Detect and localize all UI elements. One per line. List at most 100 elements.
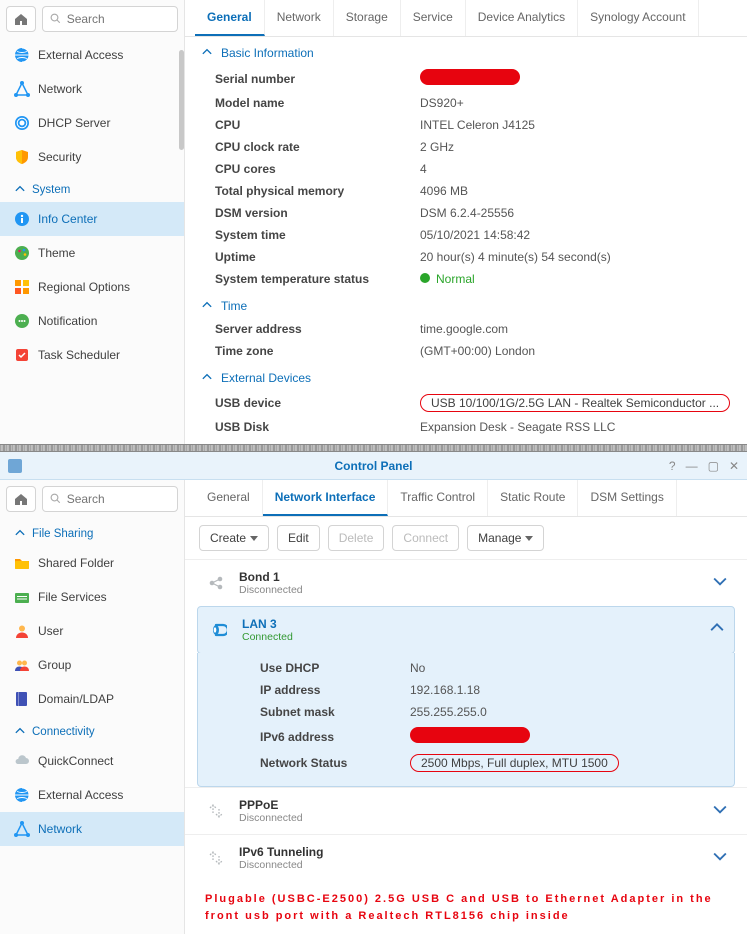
- manage-button[interactable]: Manage: [467, 525, 544, 551]
- row-value: [420, 69, 747, 88]
- toolbar: Create Edit Delete Connect Manage: [185, 517, 747, 559]
- minimize-button[interactable]: —: [686, 459, 698, 473]
- chevron-down-icon[interactable]: [713, 803, 727, 820]
- tab-synology-account[interactable]: Synology Account: [578, 0, 698, 36]
- interface-status: Disconnected: [239, 584, 303, 596]
- interface-status: Disconnected: [239, 859, 323, 871]
- search-box[interactable]: [42, 486, 178, 512]
- info-row: IP address192.168.1.18: [210, 679, 722, 701]
- sidebar-item-network[interactable]: Network: [0, 72, 184, 106]
- tab-dsm-settings[interactable]: DSM Settings: [578, 480, 676, 516]
- row-label: Model name: [185, 96, 420, 110]
- interface-item-ipv6[interactable]: IPv6 TunnelingDisconnected: [185, 834, 747, 881]
- info-row: USB DiskExpansion Desk - Seagate RSS LLC: [185, 416, 747, 438]
- row-label: Network Status: [210, 756, 410, 770]
- section-time[interactable]: Time: [185, 290, 747, 318]
- row-label: Server address: [185, 322, 420, 336]
- sidebar-item-shared-folder[interactable]: Shared Folder: [0, 546, 184, 580]
- section-external-devices[interactable]: External Devices: [185, 362, 747, 390]
- screenshot-divider: [0, 444, 747, 452]
- sidebar-item-label: Task Scheduler: [38, 348, 120, 362]
- tab-device-analytics[interactable]: Device Analytics: [466, 0, 578, 36]
- sidebar-item-info-center[interactable]: Info Center: [0, 202, 184, 236]
- chevron-up-icon[interactable]: [710, 622, 724, 639]
- tab-traffic-control[interactable]: Traffic Control: [388, 480, 488, 516]
- sidebar-item-group[interactable]: Group: [0, 648, 184, 682]
- arrows-icon: [205, 847, 227, 869]
- group-icon: [14, 657, 30, 673]
- maximize-button[interactable]: ▢: [708, 459, 719, 473]
- connect-button[interactable]: Connect: [392, 525, 459, 551]
- sidebar-item-domain-ldap[interactable]: Domain/LDAP: [0, 682, 184, 716]
- speech-icon: [14, 313, 30, 329]
- row-label: IP address: [210, 683, 410, 697]
- sidebar-item-dhcp[interactable]: DHCP Server: [0, 106, 184, 140]
- sidebar-item-task-scheduler[interactable]: Task Scheduler: [0, 338, 184, 372]
- close-button[interactable]: ✕: [729, 459, 739, 473]
- home-button[interactable]: [6, 486, 36, 512]
- sidebar-item-label: File Services: [38, 590, 107, 604]
- help-button[interactable]: ?: [669, 459, 676, 473]
- sidebar-item-file-services[interactable]: File Services: [0, 580, 184, 614]
- row-value: 255.255.255.0: [410, 705, 722, 719]
- sidebar-category-system[interactable]: System: [0, 174, 184, 202]
- info-row: Uptime20 hour(s) 4 minute(s) 54 second(s…: [185, 246, 747, 268]
- sidebar-item-network[interactable]: Network: [0, 812, 184, 846]
- sidebar-item-label: Notification: [38, 314, 97, 328]
- home-button[interactable]: [6, 6, 36, 32]
- row-value: INTEL Celeron J4125: [420, 118, 747, 132]
- sidebar-category-connectivity[interactable]: Connectivity: [0, 716, 184, 744]
- panel-control-panel: Control Panel ? — ▢ ✕ File Sharing: [0, 452, 747, 934]
- row-value: 4096 MB: [420, 184, 747, 198]
- row-value: 2500 Mbps, Full duplex, MTU 1500: [410, 754, 722, 772]
- search-icon: [49, 491, 63, 507]
- chevron-down-icon[interactable]: [713, 850, 727, 867]
- search-input[interactable]: [67, 12, 171, 26]
- tab-general[interactable]: General: [195, 0, 265, 36]
- highlighted-value: 2500 Mbps, Full duplex, MTU 1500: [410, 754, 619, 772]
- sidebar-scrollbar[interactable]: [179, 50, 184, 150]
- status-dot-icon: [420, 273, 430, 283]
- sidebar-category-file-sharing[interactable]: File Sharing: [0, 518, 184, 546]
- delete-button[interactable]: Delete: [328, 525, 385, 551]
- sidebar-item-user[interactable]: User: [0, 614, 184, 648]
- interface-item-pppoe[interactable]: PPPoEDisconnected: [185, 787, 747, 834]
- row-label: Subnet mask: [210, 705, 410, 719]
- row-value: DS920+: [420, 96, 747, 110]
- interface-status: Connected: [242, 631, 293, 643]
- user-icon: [14, 623, 30, 639]
- sidebar-item-label: Shared Folder: [38, 556, 114, 570]
- row-label: Serial number: [185, 72, 420, 86]
- tab-network-interface[interactable]: Network Interface: [263, 480, 389, 516]
- row-value: 4: [420, 162, 747, 176]
- sidebar-item-quickconnect[interactable]: QuickConnect: [0, 744, 184, 778]
- sidebar-item-external-access[interactable]: External Access: [0, 38, 184, 72]
- sidebar-item-security[interactable]: Security: [0, 140, 184, 174]
- info-row: Server addresstime.google.com: [185, 318, 747, 340]
- chevron-down-icon[interactable]: [713, 575, 727, 592]
- sidebar-item-theme[interactable]: Theme: [0, 236, 184, 270]
- interface-item-bond1[interactable]: Bond 1Disconnected: [185, 559, 747, 606]
- sidebar-item-regional[interactable]: Regional Options: [0, 270, 184, 304]
- tab-network[interactable]: Network: [265, 0, 334, 36]
- interface-details: Use DHCPNoIP address192.168.1.18Subnet m…: [197, 653, 735, 787]
- tab-general[interactable]: General: [195, 480, 263, 516]
- home-icon: [13, 11, 29, 27]
- section-basic-info[interactable]: Basic Information: [185, 37, 747, 65]
- edit-button[interactable]: Edit: [277, 525, 320, 551]
- sidebar-item-label: Regional Options: [38, 280, 130, 294]
- tab-service[interactable]: Service: [401, 0, 466, 36]
- row-value: time.google.com: [420, 322, 747, 336]
- row-value: USB 10/100/1G/2.5G LAN - Realtek Semicon…: [420, 394, 747, 412]
- sidebar-item-notification[interactable]: Notification: [0, 304, 184, 338]
- interface-name: IPv6 Tunneling: [239, 845, 323, 859]
- chevron-up-icon: [12, 724, 28, 740]
- tab-static-route[interactable]: Static Route: [488, 480, 578, 516]
- chevron-up-icon: [199, 370, 215, 386]
- tab-storage[interactable]: Storage: [334, 0, 401, 36]
- create-button[interactable]: Create: [199, 525, 269, 551]
- interface-item-lan3[interactable]: LAN 3Connected: [197, 606, 735, 654]
- search-input[interactable]: [67, 492, 171, 506]
- sidebar-item-external-access[interactable]: External Access: [0, 778, 184, 812]
- search-box[interactable]: [42, 6, 178, 32]
